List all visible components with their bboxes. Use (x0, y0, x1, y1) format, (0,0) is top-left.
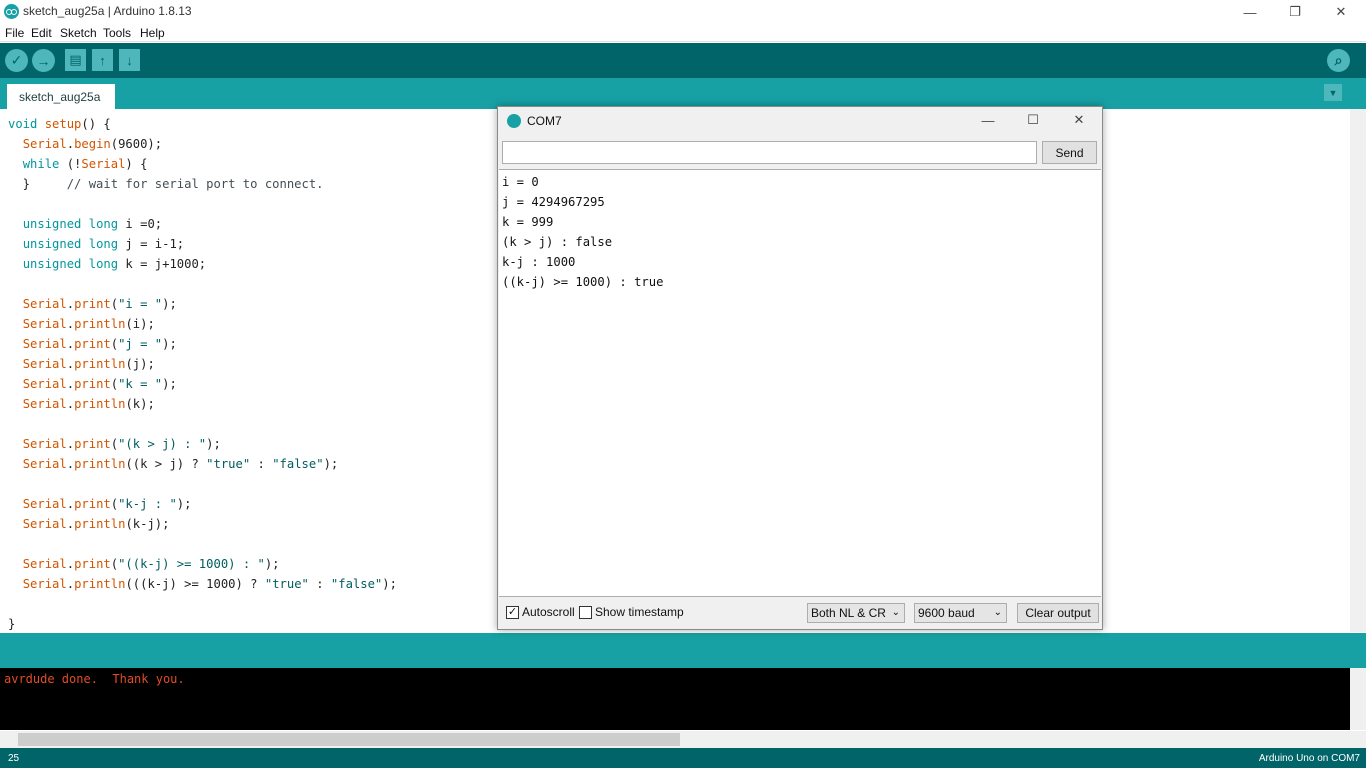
line-number: 25 (8, 753, 20, 764)
send-button[interactable]: Send (1042, 141, 1097, 164)
menu-bar (0, 24, 1366, 42)
output-line: i = 0 (502, 175, 539, 189)
chevron-down-icon: ⌄ (891, 607, 900, 618)
baud-select[interactable]: 9600 baud ⌄ (914, 603, 1007, 623)
horizontal-scrollbar-thumb[interactable] (18, 733, 680, 746)
serial-close-button[interactable]: ✕ (1056, 108, 1102, 132)
console-text: avrdude done. Thank you. (4, 672, 185, 686)
serial-monitor-button[interactable]: ⌕ (1327, 49, 1350, 72)
clear-output-button[interactable]: Clear output (1017, 603, 1099, 623)
arduino-logo-icon (4, 4, 19, 19)
serial-input[interactable] (502, 141, 1037, 164)
title-bar (0, 0, 1366, 24)
message-area (0, 633, 1366, 668)
toolbar (0, 43, 1366, 78)
serial-output-lines: i = 0 j = 4294967295 k = 999 (k > j) : fals… (502, 172, 663, 292)
output-line: (k > j) : false (502, 235, 613, 249)
output-line: j = 4294967295 (502, 195, 605, 209)
output-line: ((k-j) >= 1000) : true (502, 275, 664, 289)
timestamp-checkbox[interactable] (579, 606, 592, 619)
tab-sketch[interactable]: sketch_aug25a (7, 84, 115, 109)
console-scrollbar[interactable] (1350, 668, 1366, 730)
timestamp-label: Show timestamp (595, 605, 684, 619)
menu-help[interactable]: Help (140, 26, 165, 40)
console (0, 668, 1350, 730)
new-button[interactable]: ▤ (65, 49, 86, 71)
restore-button[interactable]: ❐ (1272, 0, 1318, 24)
menu-file[interactable]: File (5, 26, 24, 40)
menu-tools[interactable]: Tools (103, 26, 131, 40)
upload-button[interactable]: → (32, 49, 55, 72)
minimize-button[interactable]: — (1227, 0, 1273, 24)
window-title: sketch_aug25a | Arduino 1.8.13 (23, 4, 192, 18)
status-bar (0, 748, 1366, 768)
tab-strip (0, 78, 1366, 109)
line-ending-select[interactable]: Both NL & CR ⌄ (807, 603, 905, 623)
menu-sketch[interactable]: Sketch (60, 26, 97, 40)
serial-monitor-title: COM7 (527, 114, 562, 128)
menu-edit[interactable]: Edit (31, 26, 52, 40)
code-text[interactable]: void setup() { Serial.begin(9600); while… (8, 114, 397, 632)
autoscroll-label: Autoscroll (522, 605, 575, 619)
open-button[interactable]: ↑ (92, 49, 113, 71)
verify-button[interactable]: ✓ (5, 49, 28, 72)
autoscroll-checkbox[interactable]: ✓ (506, 606, 519, 619)
arduino-logo-icon (507, 114, 521, 128)
save-button[interactable]: ↓ (119, 49, 140, 71)
chevron-down-icon: ⌄ (993, 607, 1002, 618)
baud-value: 9600 baud (918, 606, 975, 620)
board-info: Arduino Uno on COM7 (1258, 753, 1360, 764)
serial-maximize-button[interactable]: ☐ (1010, 108, 1056, 132)
close-button[interactable]: ✕ (1318, 0, 1364, 24)
editor-scrollbar[interactable] (1350, 109, 1366, 632)
serial-minimize-button[interactable]: — (965, 108, 1011, 132)
output-line: k-j : 1000 (502, 255, 576, 269)
output-line: k = 999 (502, 215, 554, 229)
line-ending-value: Both NL & CR (811, 606, 886, 620)
tab-menu-chevron-down-icon[interactable]: ▼ (1324, 84, 1342, 101)
